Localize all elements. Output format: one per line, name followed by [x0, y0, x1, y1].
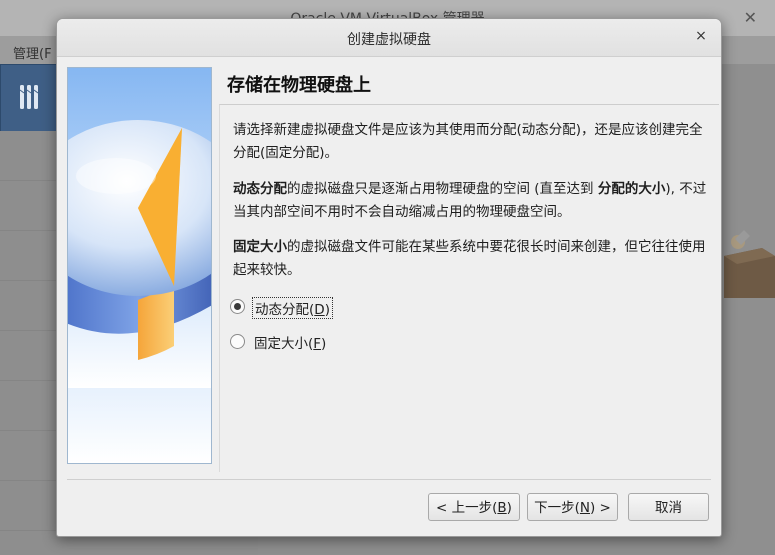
allocated-size-term: 分配的大小 [597, 181, 666, 197]
page-heading: 存储在物理硬盘上 [227, 75, 371, 96]
background-sidebar [0, 131, 56, 555]
dynamic-description: 动态分配的虚拟磁盘只是逐渐占用物理硬盘的空间 (直至达到 分配的大小), 不过当… [233, 178, 711, 224]
back-button[interactable]: < 上一步(B) [428, 493, 520, 521]
fixed-radio-label[interactable]: 固定大小(F) [252, 332, 328, 352]
background-menu-item-file: 管理(F [13, 47, 52, 62]
fixed-description: 固定大小的虚拟磁盘文件可能在某些系统中要花很长时间来创建，但它往往使用起来较快。 [233, 236, 711, 282]
package-box-icon [724, 230, 775, 298]
tools-icon [19, 85, 39, 109]
dynamic-term: 动态分配 [233, 181, 287, 197]
next-button[interactable]: 下一步(N) > [527, 493, 618, 521]
fixed-description-text: 的虚拟磁盘文件可能在某些系统中要花很长时间来创建，但它往往使用起来较快。 [233, 239, 706, 278]
fixed-term: 固定大小 [233, 239, 287, 255]
dialog-title: 创建虚拟硬盘 [347, 32, 431, 48]
button-separator [67, 479, 711, 480]
background-tools-item [0, 64, 58, 132]
intro-text: 请选择新建虚拟硬盘文件是应该为其使用而分配(动态分配)，还是应该创建完全分配(固… [233, 122, 703, 161]
dynamic-description-text: 的虚拟磁盘只是逐渐占用物理硬盘的空间 (直至达到 [287, 181, 598, 197]
close-icon[interactable]: × [691, 26, 711, 46]
dialog-titlebar: 创建虚拟硬盘 × [57, 19, 721, 57]
hard-disk-illustration-icon [67, 67, 212, 464]
background-close-icon: ✕ [743, 8, 757, 27]
dynamic-radio-button[interactable] [230, 299, 245, 314]
cancel-button[interactable]: 取消 [628, 493, 709, 521]
create-virtual-hard-disk-dialog: 创建虚拟硬盘 × 存储在物理硬盘上 请选择新建虚拟硬盘文件是应该为其使用而分配(… [56, 18, 722, 537]
fixed-radio-button[interactable] [230, 334, 245, 349]
background-right-panel [720, 64, 775, 555]
dynamic-radio-label[interactable]: 动态分配(D) [252, 297, 333, 319]
